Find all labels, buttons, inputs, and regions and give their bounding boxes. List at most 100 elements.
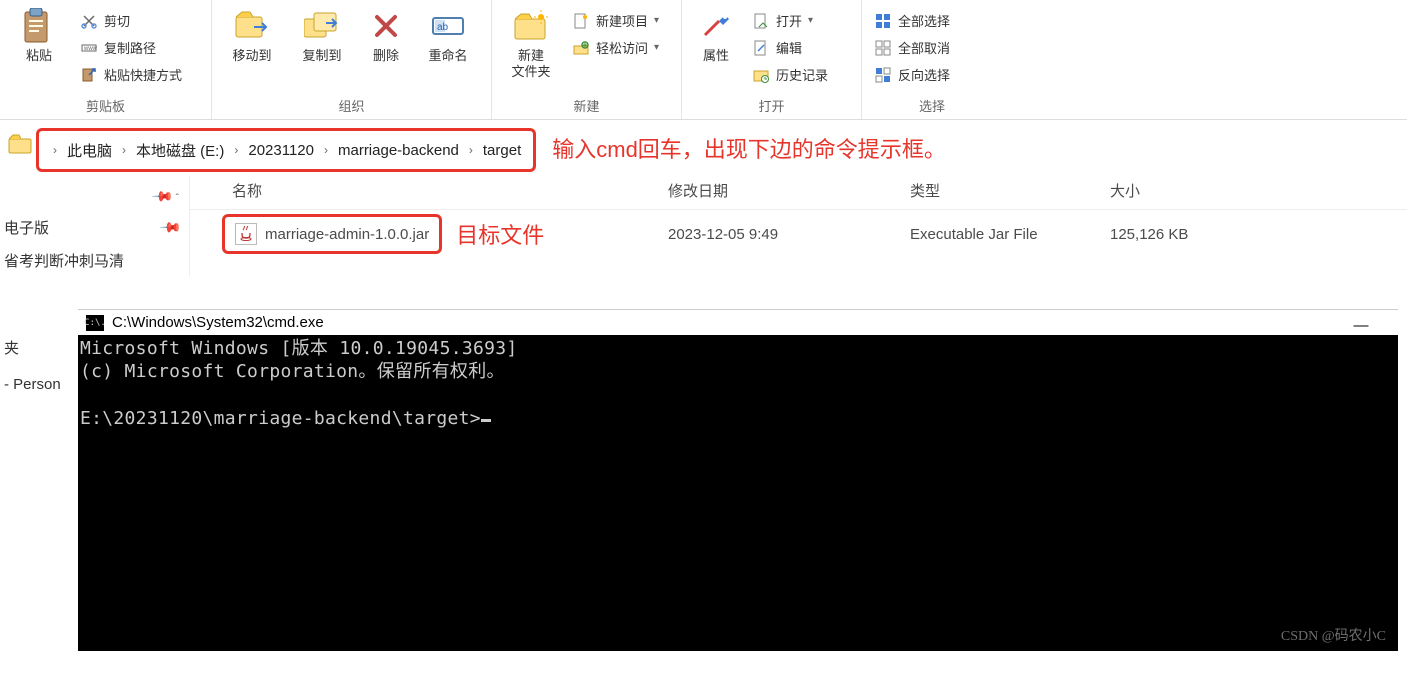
new-folder-icon — [513, 8, 549, 44]
scissors-icon — [80, 12, 98, 30]
paste-label: 粘贴 — [26, 48, 52, 64]
select-none-label: 全部取消 — [898, 38, 950, 57]
edit-label: 编辑 — [776, 38, 802, 57]
rename-icon: ab — [430, 8, 466, 44]
copy-path-button[interactable]: www 复制路径 — [74, 35, 188, 60]
annotation-target-file: 目标文件 — [456, 218, 544, 250]
select-all-button[interactable]: 全部选择 — [868, 8, 956, 33]
select-all-label: 全部选择 — [898, 11, 950, 30]
select-none-icon — [874, 39, 892, 57]
dropdown-icon: ▾ — [654, 15, 659, 26]
cmd-window: C:\. C:\Windows\System32\cmd.exe — Micro… — [78, 309, 1398, 651]
rename-button[interactable]: ab 重命名 — [416, 4, 480, 68]
quick-access-header[interactable]: 📌 ˆ — [0, 182, 189, 211]
invert-selection-label: 反向选择 — [898, 65, 950, 84]
copy-to-label: 复制到 — [302, 48, 341, 64]
address-bar-area: › 此电脑 › 本地磁盘 (E:) › 20231120 › marriage-… — [0, 120, 1407, 176]
select-all-icon — [874, 12, 892, 30]
history-label: 历史记录 — [776, 65, 828, 84]
chevron-right-icon: › — [320, 143, 332, 157]
breadcrumb-item[interactable]: 20231120 — [246, 142, 316, 159]
breadcrumb-item[interactable]: marriage-backend — [336, 142, 461, 159]
ribbon-group-clipboard: 粘贴 剪切 www 复制路径 粘贴快捷方式 剪贴板 — [0, 0, 212, 119]
navigation-pane[interactable]: 📌 ˆ 电子版 📌 省考判断冲刺马清 — [0, 176, 190, 277]
column-header-date[interactable]: 修改日期 — [668, 180, 910, 201]
nav-item[interactable]: 省考判断冲刺马清 — [0, 244, 189, 277]
cmd-titlebar[interactable]: C:\. C:\Windows\System32\cmd.exe — — [78, 310, 1398, 335]
delete-button[interactable]: 删除 — [358, 4, 414, 68]
column-headers: 名称 修改日期 类型 大小 — [190, 176, 1407, 210]
breadcrumb-item[interactable]: target — [481, 142, 523, 159]
pin-icon: 📌 — [151, 184, 175, 208]
cmd-output-line: Microsoft Windows [版本 10.0.19045.3693] — [80, 337, 1396, 360]
chevron-up-icon: ˆ — [176, 193, 179, 204]
move-to-button[interactable]: 移动到 — [218, 4, 286, 68]
ribbon-group-open: 属性 打开 ▾ 编辑 历史记录 打开 — [682, 0, 862, 119]
edit-icon — [752, 39, 770, 57]
cmd-prompt-text: E:\20231120\marriage-backend\target> — [80, 408, 481, 429]
file-row[interactable]: marriage-admin-1.0.0.jar 目标文件 2023-12-05… — [190, 210, 1407, 258]
target-file-highlight: marriage-admin-1.0.0.jar — [222, 214, 442, 254]
chevron-right-icon: › — [230, 143, 242, 157]
chevron-right-icon: › — [465, 143, 477, 157]
cmd-cursor — [481, 419, 491, 422]
svg-text:ab: ab — [437, 22, 449, 33]
ribbon-group-new: 新建 文件夹 新建项目 ▾ 轻松访问 ▾ 新建 — [492, 0, 682, 119]
cmd-console[interactable]: Microsoft Windows [版本 10.0.19045.3693] (… — [78, 335, 1398, 651]
properties-label: 属性 — [703, 48, 729, 64]
dropdown-icon: ▾ — [654, 42, 659, 53]
select-group-label: 选择 — [868, 94, 996, 117]
easy-access-icon — [572, 39, 590, 57]
file-type: Executable Jar File — [910, 226, 1110, 243]
ribbon-group-organize: 移动到 复制到 删除 ab 重命名 组织 — [212, 0, 492, 119]
cmd-icon: C:\. — [86, 315, 104, 331]
annotation-cmd-hint: 输入cmd回车，出现下边的命令提示框。 — [552, 128, 946, 172]
open-icon — [752, 12, 770, 30]
nav-item-label: 省考判断冲刺马清 — [4, 250, 124, 271]
invert-selection-button[interactable]: 反向选择 — [868, 62, 956, 87]
cut-button[interactable]: 剪切 — [74, 8, 188, 33]
watermark: CSDN @码农小C — [1281, 625, 1386, 645]
select-none-button[interactable]: 全部取消 — [868, 35, 956, 60]
edit-button[interactable]: 编辑 — [746, 35, 834, 60]
chevron-right-icon: › — [118, 143, 130, 157]
breadcrumb-item[interactable]: 此电脑 — [65, 140, 114, 161]
paste-button[interactable]: 粘贴 — [6, 4, 72, 68]
column-header-type[interactable]: 类型 — [910, 180, 1110, 201]
copy-to-button[interactable]: 复制到 — [288, 4, 356, 68]
cmd-prompt-line: E:\20231120\marriage-backend\target> — [80, 407, 1396, 430]
cmd-blank-line — [80, 384, 1396, 407]
ribbon-group-select: 全部选择 全部取消 反向选择 选择 — [862, 0, 1002, 119]
new-folder-button[interactable]: 新建 文件夹 — [498, 4, 564, 83]
open-label: 打开 — [776, 11, 802, 30]
column-header-name[interactable]: 名称 — [232, 180, 668, 201]
invert-selection-icon — [874, 66, 892, 84]
column-header-size[interactable]: 大小 — [1110, 180, 1290, 201]
pin-icon: 📌 — [158, 215, 182, 239]
open-button[interactable]: 打开 ▾ — [746, 8, 834, 33]
content-area: 📌 ˆ 电子版 📌 省考判断冲刺马清 名称 修改日期 类型 大小 marriag… — [0, 176, 1407, 277]
easy-access-button[interactable]: 轻松访问 ▾ — [566, 35, 665, 60]
properties-icon — [698, 8, 734, 44]
new-folder-label: 新建 文件夹 — [511, 48, 550, 79]
history-button[interactable]: 历史记录 — [746, 62, 834, 87]
nav-item[interactable]: 电子版 📌 — [0, 211, 189, 244]
nav-item-label: 电子版 — [4, 217, 49, 238]
paste-shortcut-button[interactable]: 粘贴快捷方式 — [74, 62, 188, 87]
move-to-icon — [234, 8, 270, 44]
paste-icon — [21, 8, 57, 44]
address-bar[interactable]: › 此电脑 › 本地磁盘 (E:) › 20231120 › marriage-… — [36, 128, 536, 172]
file-name: marriage-admin-1.0.0.jar — [265, 226, 429, 243]
new-item-button[interactable]: 新建项目 ▾ — [566, 8, 665, 33]
breadcrumb-item[interactable]: 本地磁盘 (E:) — [134, 140, 226, 161]
rename-label: 重命名 — [428, 48, 467, 64]
move-to-label: 移动到 — [232, 48, 271, 64]
delete-icon — [368, 8, 404, 44]
ribbon-toolbar: 粘贴 剪切 www 复制路径 粘贴快捷方式 剪贴板 — [0, 0, 1407, 120]
new-item-label: 新建项目 — [596, 11, 648, 30]
chevron-right-icon: › — [49, 143, 61, 157]
paste-shortcut-icon — [80, 66, 98, 84]
properties-button[interactable]: 属性 — [688, 4, 744, 68]
dropdown-icon: ▾ — [808, 15, 813, 26]
copy-to-icon — [304, 8, 340, 44]
